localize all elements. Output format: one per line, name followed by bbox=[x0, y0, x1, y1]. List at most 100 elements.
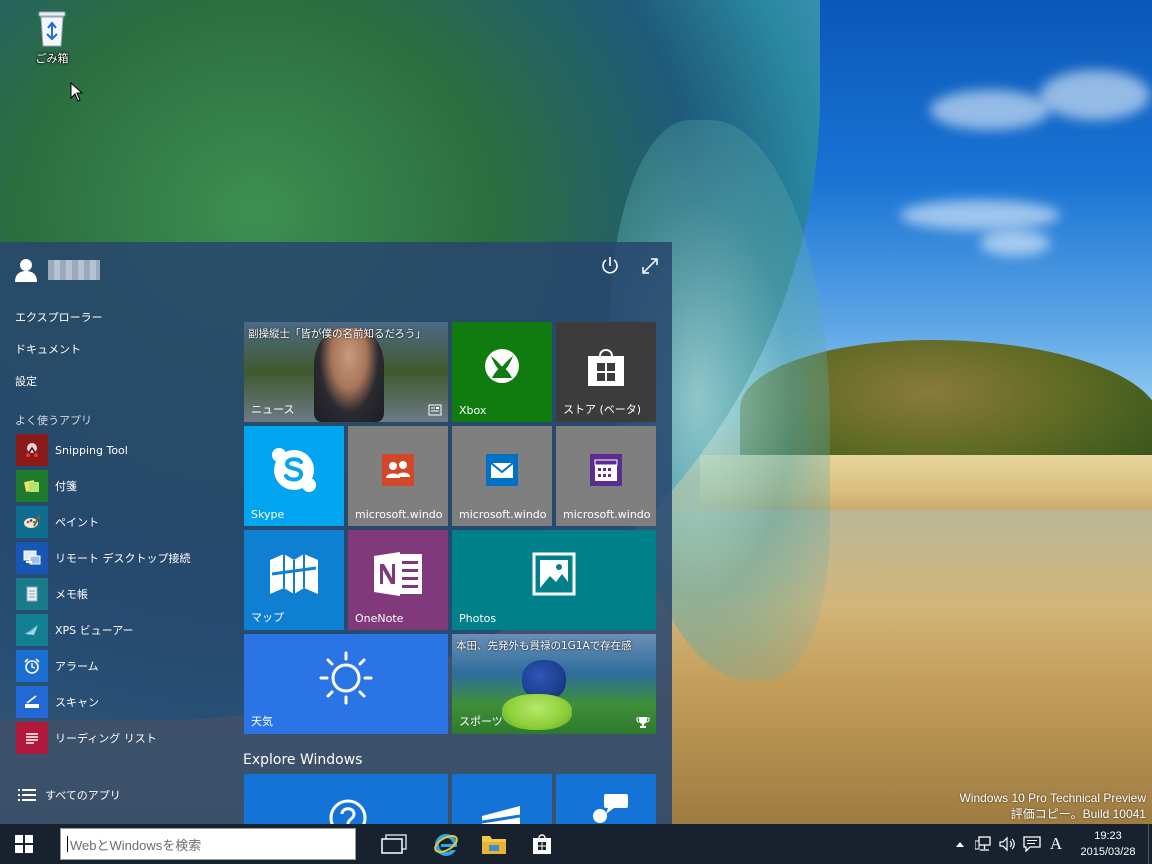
tile-get-started[interactable] bbox=[244, 774, 448, 824]
action-center-button[interactable] bbox=[1020, 824, 1044, 864]
ime-mode-indicator[interactable]: A bbox=[1044, 824, 1068, 864]
tile-onenote[interactable]: OneNote bbox=[348, 530, 448, 630]
tile-skype[interactable]: Skype bbox=[244, 426, 344, 526]
app-label: メモ帳 bbox=[55, 588, 88, 601]
clock-time: 19:23 bbox=[1094, 830, 1122, 842]
search-input[interactable]: WebとWindowsを検索 bbox=[60, 828, 356, 860]
tile-label: Xbox bbox=[459, 404, 487, 417]
expand-start-button[interactable] bbox=[638, 254, 662, 278]
app-label: リーディング リスト bbox=[55, 732, 157, 745]
explore-windows-heading: Explore Windows bbox=[243, 752, 363, 768]
app-sticky-notes[interactable]: 付箋 bbox=[0, 468, 230, 504]
app-label: XPS ビューアー bbox=[55, 624, 134, 637]
all-apps-button[interactable]: すべてのアプリ bbox=[18, 787, 121, 803]
tile-label: マップ bbox=[251, 611, 284, 624]
tile-calendar[interactable]: microsoft.windo bbox=[556, 426, 656, 526]
network-button[interactable] bbox=[972, 824, 996, 864]
volume-button[interactable] bbox=[996, 824, 1020, 864]
tile-windows-feedback[interactable] bbox=[452, 774, 552, 824]
xps-viewer-icon bbox=[16, 614, 48, 646]
user-account[interactable] bbox=[14, 256, 100, 284]
tile-mail[interactable]: microsoft.windo bbox=[452, 426, 552, 526]
cloud bbox=[1040, 70, 1150, 120]
task-view-icon bbox=[381, 834, 407, 854]
trophy-icon bbox=[636, 717, 650, 728]
text-caret bbox=[67, 836, 68, 852]
tile-label: OneNote bbox=[355, 612, 404, 625]
snipping-tool-icon bbox=[16, 434, 48, 466]
start-button[interactable] bbox=[0, 824, 48, 864]
most-used-apps: Snipping Tool 付箋 ペイント リモート デスクトップ接続 メモ帳 bbox=[0, 432, 230, 756]
store-bag-icon bbox=[588, 349, 624, 386]
app-label: スキャン bbox=[55, 696, 99, 709]
app-label: 付箋 bbox=[55, 480, 77, 493]
paint-icon bbox=[16, 506, 48, 538]
all-apps-label: すべてのアプリ bbox=[45, 789, 121, 802]
newspaper-icon bbox=[428, 404, 442, 416]
most-used-heading: よく使うアプリ bbox=[15, 414, 92, 427]
cloud bbox=[900, 200, 1060, 230]
place-explorer[interactable]: エクスプローラー bbox=[0, 302, 230, 334]
user-avatar-icon bbox=[14, 257, 38, 283]
chevron-up-icon bbox=[956, 842, 964, 847]
mouse-pointer-icon bbox=[70, 81, 84, 102]
app-notepad[interactable]: メモ帳 bbox=[0, 576, 230, 612]
app-remote-desktop[interactable]: リモート デスクトップ接続 bbox=[0, 540, 230, 576]
tile-xbox[interactable]: Xbox bbox=[452, 322, 552, 422]
network-icon bbox=[975, 836, 991, 851]
tile-sports[interactable]: 本田、先発外も貫禄の1G1Aで存在感 スポーツ bbox=[452, 634, 656, 734]
app-snipping-tool[interactable]: Snipping Tool bbox=[0, 432, 230, 468]
app-label: ペイント bbox=[55, 516, 99, 529]
search-placeholder: WebとWindowsを検索 bbox=[70, 837, 202, 853]
calendar-icon bbox=[590, 454, 622, 486]
app-paint[interactable]: ペイント bbox=[0, 504, 230, 540]
sports-photo-goalkeeper bbox=[502, 694, 572, 730]
show-hidden-icons-button[interactable] bbox=[948, 824, 972, 864]
tile-label: 天気 bbox=[251, 715, 273, 728]
tile-label: ストア (ベータ) bbox=[563, 403, 642, 416]
app-reading-list[interactable]: リーディング リスト bbox=[0, 720, 230, 756]
news-photo bbox=[314, 328, 384, 422]
build-watermark: Windows 10 Pro Technical Preview 評価コピー。B… bbox=[959, 790, 1146, 822]
show-desktop-button[interactable] bbox=[1148, 824, 1152, 864]
tile-label: Photos bbox=[459, 612, 497, 625]
sticky-notes-icon bbox=[16, 470, 48, 502]
feedback-panel-icon bbox=[481, 806, 521, 824]
taskbar-file-explorer[interactable] bbox=[470, 824, 518, 864]
tile-photos[interactable]: Photos bbox=[452, 530, 656, 630]
message-icon bbox=[1023, 836, 1041, 852]
taskbar-internet-explorer[interactable] bbox=[422, 824, 470, 864]
notepad-icon bbox=[16, 578, 48, 610]
tile-weather[interactable]: 天気 bbox=[244, 634, 448, 734]
app-alarms[interactable]: アラーム bbox=[0, 648, 230, 684]
recycle-bin-shortcut[interactable]: ごみ箱 bbox=[26, 8, 78, 66]
tile-news[interactable]: 副操縦士「皆が僕の名前知るだろう」 ニュース bbox=[244, 322, 448, 422]
news-headline: 副操縦士「皆が僕の名前知るだろう」 bbox=[248, 328, 426, 340]
xbox-icon bbox=[485, 349, 519, 383]
folder-icon bbox=[482, 836, 506, 854]
start-menu: エクスプローラー ドキュメント 設定 よく使うアプリ Snipping Tool… bbox=[0, 242, 672, 824]
recycle-bin-label: ごみ箱 bbox=[35, 52, 69, 65]
chat-support-icon bbox=[593, 794, 628, 823]
taskbar-store[interactable] bbox=[518, 824, 566, 864]
mail-icon bbox=[486, 454, 518, 486]
scan-icon bbox=[16, 686, 48, 718]
clock[interactable]: 19:23 2015/03/28 bbox=[1072, 828, 1144, 860]
tile-people[interactable]: microsoft.windo bbox=[348, 426, 448, 526]
place-settings[interactable]: 設定 bbox=[0, 366, 230, 398]
app-scan[interactable]: スキャン bbox=[0, 684, 230, 720]
windows-logo-icon bbox=[15, 835, 33, 853]
app-xps-viewer[interactable]: XPS ビューアー bbox=[0, 612, 230, 648]
app-label: Snipping Tool bbox=[55, 443, 128, 457]
tile-contact-support[interactable] bbox=[556, 774, 656, 824]
sun-icon bbox=[319, 651, 373, 705]
remote-desktop-icon bbox=[16, 542, 48, 574]
app-label: アラーム bbox=[55, 660, 99, 673]
speaker-icon bbox=[999, 836, 1015, 852]
tile-maps[interactable]: マップ bbox=[244, 530, 344, 630]
tile-store[interactable]: ストア (ベータ) bbox=[556, 322, 656, 422]
task-view-button[interactable] bbox=[370, 824, 418, 864]
place-documents[interactable]: ドキュメント bbox=[0, 334, 230, 366]
cloud bbox=[930, 90, 1050, 130]
power-button[interactable] bbox=[598, 254, 622, 278]
